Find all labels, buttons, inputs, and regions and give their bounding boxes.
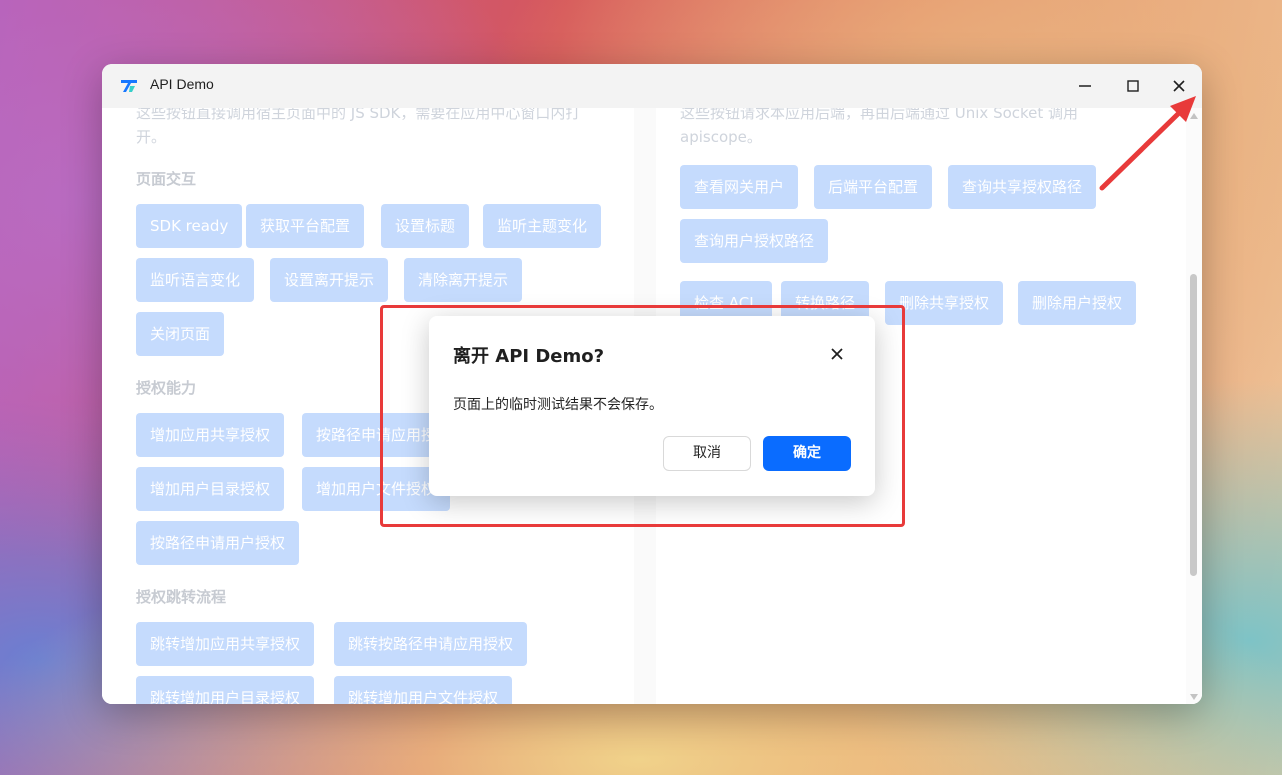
annotation-arrow-icon [1099,96,1196,191]
